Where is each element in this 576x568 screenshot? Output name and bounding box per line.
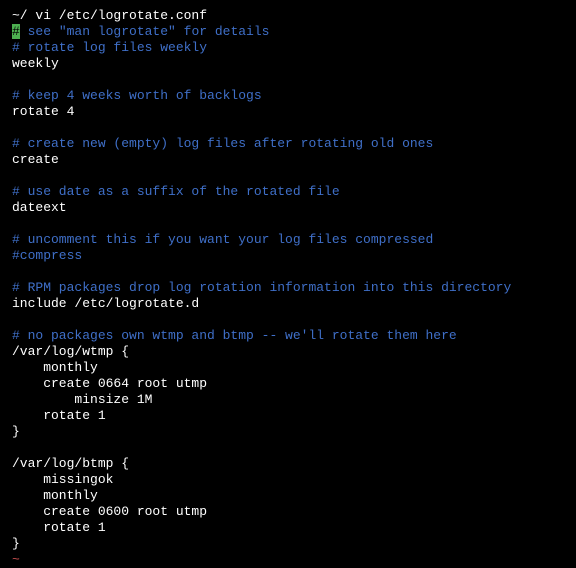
file-line[interactable]: dateext	[12, 200, 564, 216]
file-line[interactable]: rotate 4	[12, 104, 564, 120]
file-line[interactable]: # keep 4 weeks worth of backlogs	[12, 88, 564, 104]
file-line[interactable]: weekly	[12, 56, 564, 72]
file-line[interactable]: # RPM packages drop log rotation informa…	[12, 280, 564, 296]
file-line[interactable]: }	[12, 536, 564, 552]
file-line[interactable]: /var/log/wtmp {	[12, 344, 564, 360]
file-line[interactable]: rotate 1	[12, 520, 564, 536]
blank-line[interactable]	[12, 120, 564, 136]
file-line[interactable]: # see "man logrotate" for details	[12, 24, 564, 40]
file-line[interactable]: create	[12, 152, 564, 168]
file-line[interactable]: # no packages own wtmp and btmp -- we'll…	[12, 328, 564, 344]
file-line[interactable]: monthly	[12, 360, 564, 376]
file-line[interactable]: rotate 1	[12, 408, 564, 424]
file-line[interactable]: }	[12, 424, 564, 440]
file-line[interactable]: include /etc/logrotate.d	[12, 296, 564, 312]
file-line[interactable]: #compress	[12, 248, 564, 264]
blank-line[interactable]	[12, 168, 564, 184]
file-line[interactable]: create 0664 root utmp	[12, 376, 564, 392]
file-line[interactable]: create 0600 root utmp	[12, 504, 564, 520]
blank-line[interactable]	[12, 72, 564, 88]
blank-line[interactable]	[12, 216, 564, 232]
file-line[interactable]: # uncomment this if you want your log fi…	[12, 232, 564, 248]
file-line[interactable]: # rotate log files weekly	[12, 40, 564, 56]
eof-marker: ~	[12, 552, 564, 568]
file-line[interactable]: minsize 1M	[12, 392, 564, 408]
blank-line[interactable]	[12, 264, 564, 280]
file-line[interactable]: monthly	[12, 488, 564, 504]
blank-line[interactable]	[12, 312, 564, 328]
file-line[interactable]: /var/log/btmp {	[12, 456, 564, 472]
file-line[interactable]: # create new (empty) log files after rot…	[12, 136, 564, 152]
file-line[interactable]: missingok	[12, 472, 564, 488]
comment-text: see "man logrotate" for details	[20, 24, 270, 39]
blank-line[interactable]	[12, 440, 564, 456]
file-line[interactable]: # use date as a suffix of the rotated fi…	[12, 184, 564, 200]
shell-prompt: ~/ vi /etc/logrotate.conf	[12, 8, 564, 24]
cursor: #	[12, 24, 20, 39]
